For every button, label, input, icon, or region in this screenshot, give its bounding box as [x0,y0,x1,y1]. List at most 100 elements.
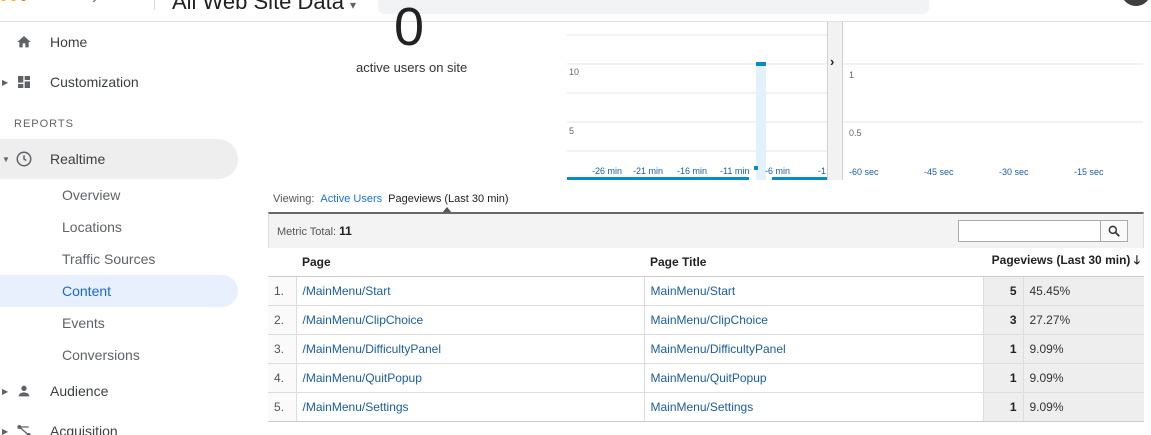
per-second-chart-svg: 1 0.5 -60 sec -45 sec -30 sec -15 sec [843,63,1143,182]
table-row: 5. /MainMenu/Settings MainMenu/Settings 1 9.… [268,392,1144,422]
sidebar-item-audience[interactable]: ▶ Audience [0,371,238,411]
clock-icon [15,150,33,168]
sidebar-item-acquisition[interactable]: ▶ Acquisition [0,411,238,435]
pageviews-per-second-chart: 1 0.5 -60 sec -45 sec -30 sec -15 sec [843,22,1143,182]
sidebar-item-label: Traffic Sources [62,251,156,267]
x-tick-15s: -15 sec [1074,167,1104,177]
view-selector[interactable]: All Web Site Data ▾ [172,0,356,15]
global-search-bar[interactable] [378,0,929,14]
sidebar-item-label: Content [62,283,112,299]
metric-total: Metric Total: 11 [277,224,352,238]
sidebar-item-label: Locations [62,219,122,235]
pageviews-header-label: Pageviews (Last 30 min) [991,253,1131,268]
caret-down-icon: ▾ [350,0,357,12]
pageviews-value: 1 [983,363,1024,393]
divider [154,0,155,10]
page-link[interactable]: /MainMenu/QuitPopup [303,371,422,385]
table-search-input[interactable] [958,220,1101,242]
page-cell: /MainMenu/Settings [296,392,645,422]
sidebar-item-label: Audience [50,383,109,399]
pageviews-value: 3 [983,305,1024,335]
person-icon [15,382,33,400]
page-title-link[interactable]: MainMenu/DifficultyPanel [651,342,786,356]
table-row: 2. /MainMenu/ClipChoice MainMenu/ClipChoic… [268,305,1144,335]
sidebar-item-events[interactable]: Events [0,307,238,339]
page-title-cell: MainMenu/Settings [644,392,984,422]
sidebar-item-conversions[interactable]: Conversions [0,339,238,371]
table-search-button[interactable] [1100,220,1128,242]
viewing-label: Viewing: [273,193,315,205]
sidebar-item-realtime[interactable]: ▼ Realtime [0,139,238,179]
page-title-cell: MainMenu/Start [644,276,984,306]
page-cell: /MainMenu/ClipChoice [296,305,645,335]
page-title-link[interactable]: MainMenu/Start [651,284,736,298]
x-tick-26: -26 min [592,166,622,176]
chart-divider [827,22,843,180]
column-header-pageviews[interactable]: Pageviews (Last 30 min) 🡓 [983,248,1144,277]
table-row: 3. /MainMenu/DifficultyPanel MainMenu/Diff… [268,334,1144,364]
sidebar-item-label: Acquisition [50,423,118,435]
page-link[interactable]: /MainMenu/ClipChoice [303,313,424,327]
x-tick-11: -11 min [720,166,749,176]
avatar[interactable] [1121,0,1151,6]
pageviews-percent: 9.09% [1023,363,1144,393]
page-title-link[interactable]: MainMenu/QuitPopup [651,371,767,385]
tab-pageviews[interactable]: Pageviews (Last 30 min) [388,193,508,205]
active-users-count: 0 [394,0,425,57]
sidebar-item-locations[interactable]: Locations [0,211,238,243]
x-tick-16: -16 min [677,166,707,176]
y-tick-5: 5 [569,126,574,136]
page-title-link[interactable]: MainMenu/Settings [651,400,754,414]
collapse-arrow-icon[interactable]: ▼ [2,155,10,164]
y-tick-0-5: 0.5 [849,128,862,138]
tab-active-users[interactable]: Active Users [320,193,382,205]
page-link[interactable]: /MainMenu/Start [303,284,391,298]
baseline-bar-left [567,177,749,180]
x-tick-60s: -60 sec [849,167,879,177]
chevron-right-icon[interactable]: › [830,54,834,69]
page-link[interactable]: /MainMenu/Settings [303,400,409,414]
sidebar: Home ▶ Customization REPORTS ▼ Realtime … [0,22,248,435]
sidebar-item-customization[interactable]: ▶ Customization [0,62,238,102]
page-cell: /MainMenu/Start [296,276,645,306]
page-link[interactable]: /MainMenu/DifficultyPanel [303,342,442,356]
pageviews-percent: 9.09% [1023,392,1144,422]
sidebar-item-traffic-sources[interactable]: Traffic Sources [0,243,238,275]
x-tick-45s: -45 sec [924,167,954,177]
analytics-logo[interactable] [0,0,27,1]
expand-arrow-icon[interactable]: ▶ [2,387,8,396]
page-title-cell: MainMenu/QuitPopup [644,363,984,393]
row-index: 2. [268,305,297,335]
row-index: 3. [268,334,297,364]
sidebar-item-label: Overview [62,187,121,203]
sort-desc-icon: 🡓 [1133,253,1140,268]
expand-arrow-icon[interactable]: ▶ [2,78,8,87]
column-header-page[interactable]: Page [296,248,644,277]
page-cell: /MainMenu/DifficultyPanel [296,334,645,364]
sidebar-item-label: Customization [50,74,139,90]
table-row: 1. /MainMenu/Start MainMenu/Start 5 45.45% [268,276,1144,306]
sidebar-item-label: Realtime [50,151,106,167]
y-tick-1: 1 [849,70,854,80]
metric-bar: Metric Total: 11 [268,212,1144,248]
viewing-toggle: Viewing: Active Users Pageviews (Last 30 m… [273,193,509,205]
pageviews-per-minute-chart: 10 5 -26 min -21 min -16 min -11 min -6 … [567,22,827,181]
bar-highlight [756,64,766,181]
sidebar-item-home[interactable]: Home [0,22,238,62]
pageviews-value: 5 [983,276,1024,306]
page-title-link[interactable]: MainMenu/ClipChoice [651,313,768,327]
view-title: All Web Site Data [172,0,345,14]
sidebar-item-label: Conversions [62,347,140,363]
content-table: Page Page Title Pageviews (Last 30 min) … [268,248,1144,422]
sidebar-item-overview[interactable]: Overview [0,179,238,211]
per-minute-chart-svg: 10 5 -26 min -21 min -16 min -11 min -6 … [567,34,827,181]
row-index: 4. [268,363,297,393]
column-header-page-title[interactable]: Page Title [644,248,983,277]
expand-arrow-icon[interactable]: ▶ [2,427,8,435]
pageviews-percent: 45.45% [1023,276,1144,306]
home-icon [15,33,33,51]
sidebar-item-label: Home [50,34,88,50]
main-content: 0 active users on site 10 5 -26 min -21 … [264,0,1151,435]
sidebar-item-content[interactable]: Content [0,275,238,307]
bar-peak[interactable] [756,62,766,66]
